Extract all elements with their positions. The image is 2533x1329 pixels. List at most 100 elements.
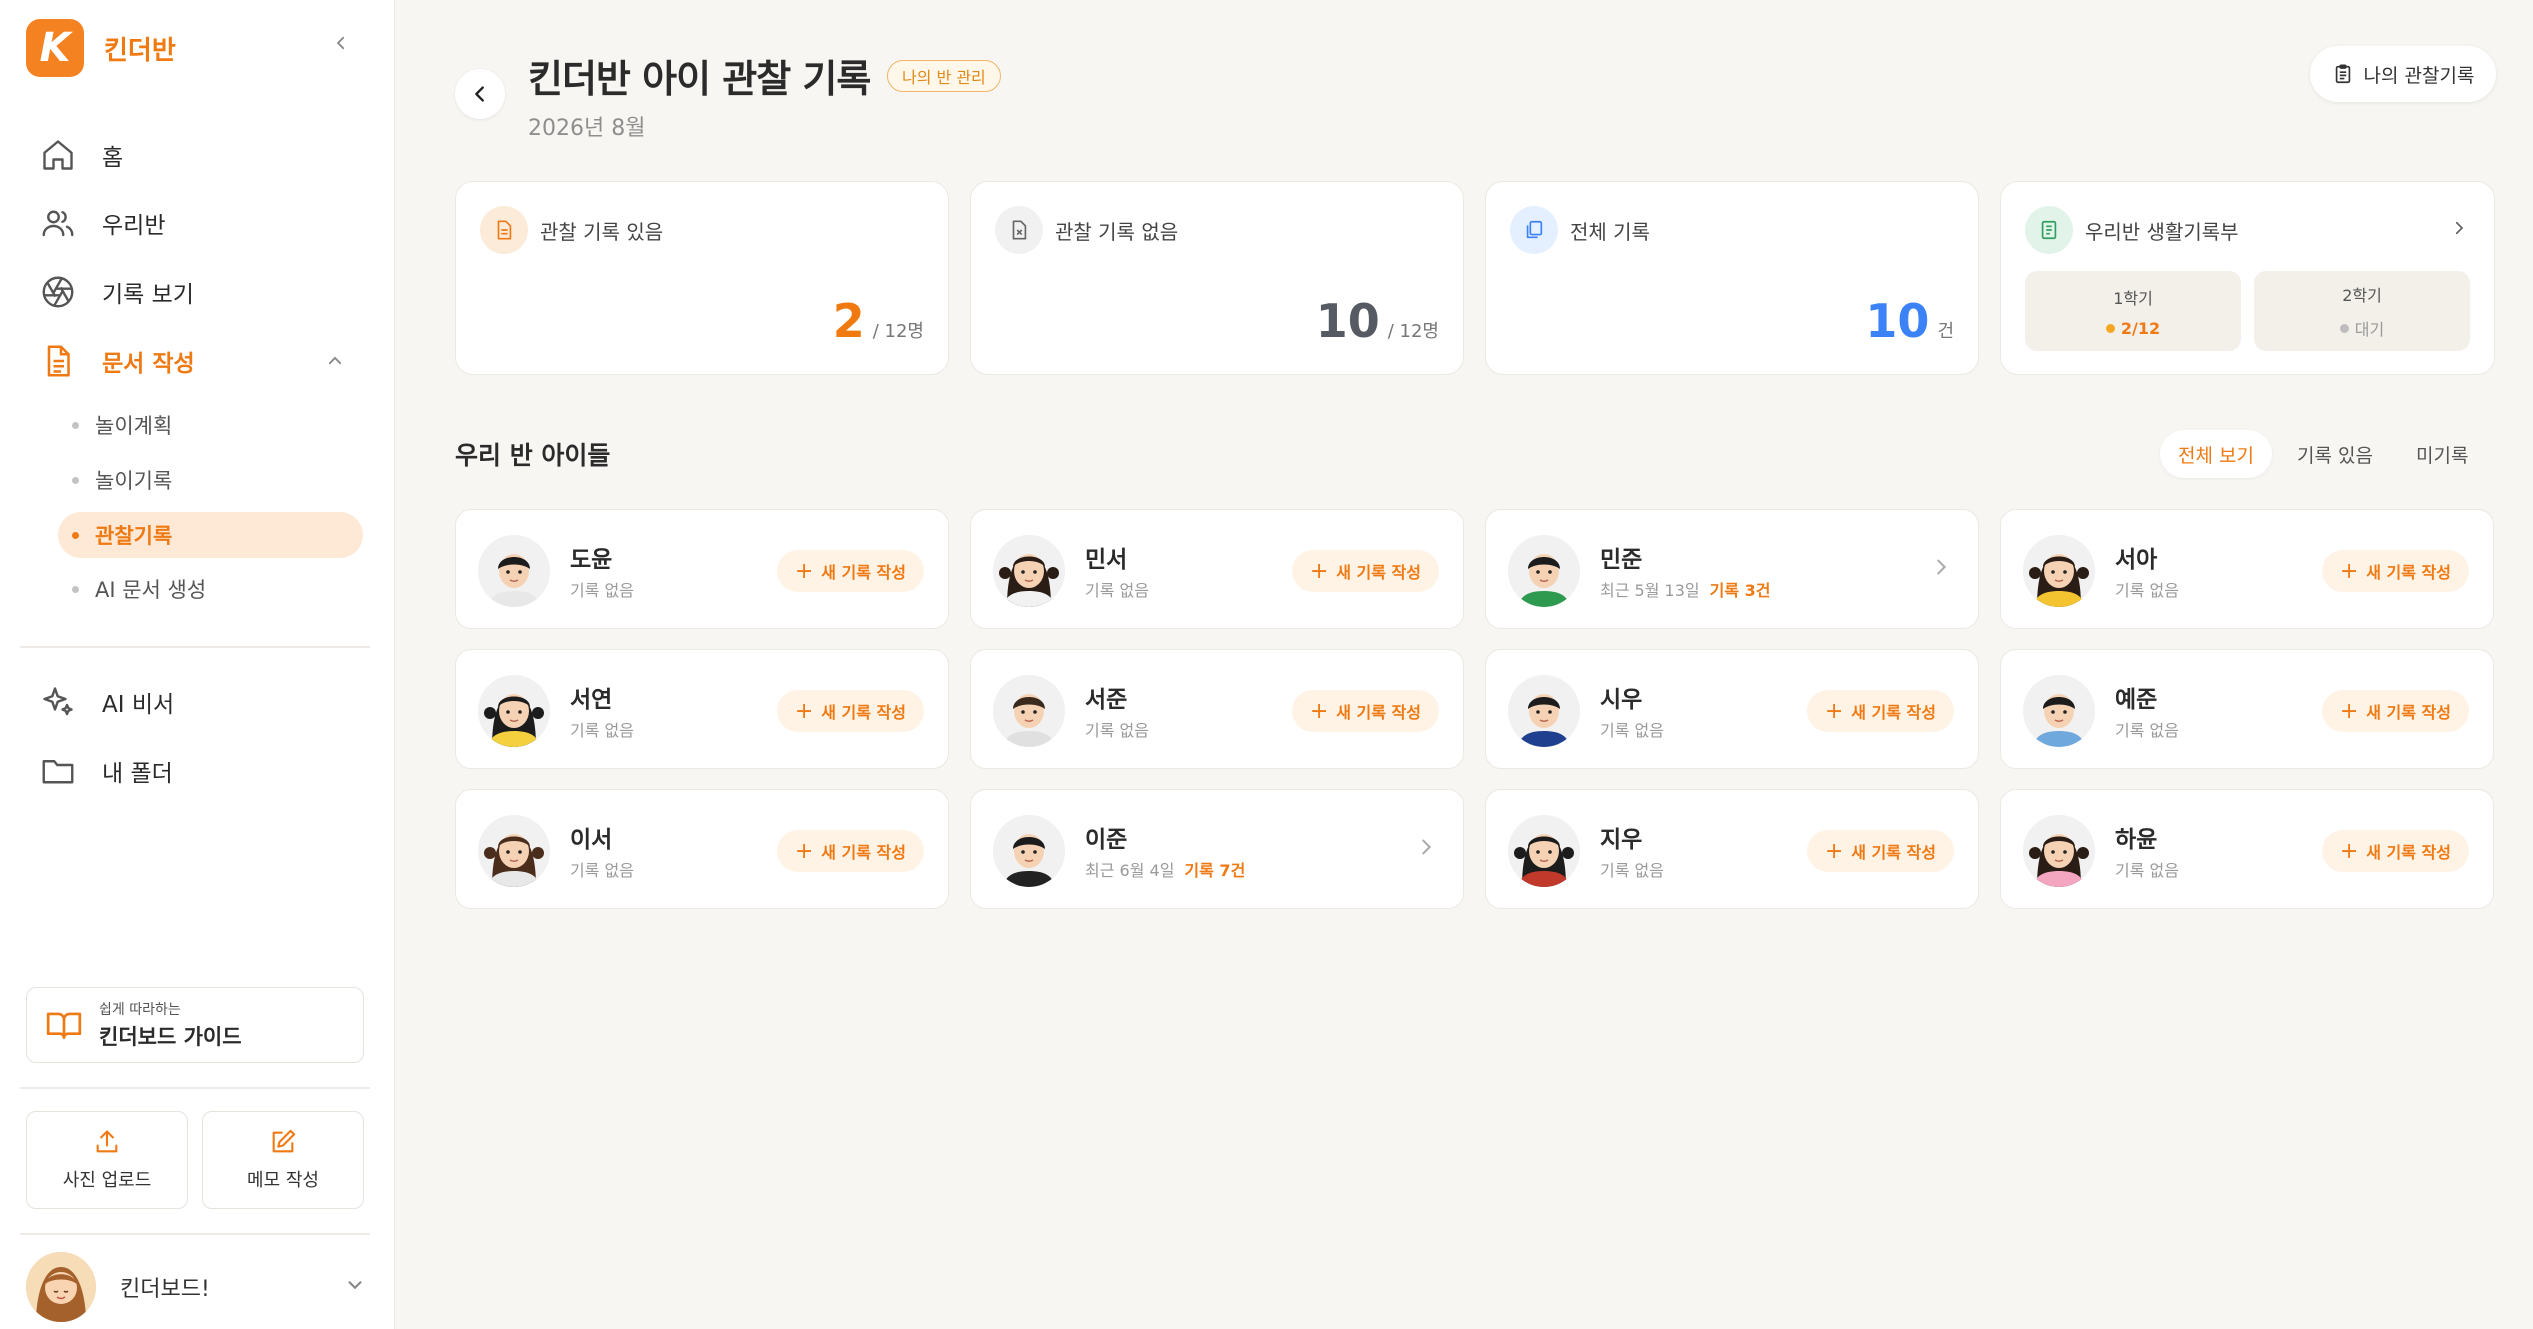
child-name: 서준 [1085, 687, 1128, 713]
record-book-label: 우리반 생활기록부 [2085, 219, 2239, 244]
child-name: 서연 [570, 687, 613, 713]
plus-icon: + [794, 838, 814, 864]
plus-icon: + [1824, 838, 1844, 864]
child-card[interactable]: 서준 기록 없음 + 새 기록 작성 [970, 649, 1464, 769]
nav-item-home[interactable]: 홈 [38, 131, 358, 179]
child-card[interactable]: 예준 기록 없음 + 새 기록 작성 [2000, 649, 2494, 769]
child-card[interactable]: 도윤 기록 없음 + 새 기록 작성 [455, 509, 949, 629]
status-dot [2339, 323, 2349, 333]
nav-item-my-folder[interactable]: 내 폴더 [38, 747, 358, 795]
chevron-right-icon [1937, 559, 1947, 575]
filter-with-records[interactable]: 기록 있음 [2279, 430, 2391, 478]
new-record-button[interactable]: + 새 기록 작성 [2321, 830, 2469, 872]
child-card[interactable]: 민준 최근 5월 13일 기록 3건 [1485, 509, 1979, 629]
write-memo-button[interactable]: 메모 작성 [202, 1111, 364, 1209]
child-card[interactable]: 하윤기록 없음 + 새 기록 작성 [2000, 789, 2494, 909]
filter-all[interactable]: 전체 보기 [2160, 430, 2272, 478]
status-dot [2105, 323, 2115, 333]
child-name: 이준 [1085, 827, 1128, 853]
nav-label: 문서 작성 [102, 351, 195, 377]
child-status: 최근 6월 4일 기록 7건 [1085, 857, 1245, 881]
sidebar: K 킨더반 홈 우리반 기록 보기 문서 작성 놀이계획 놀이기록 관찰기록 A… [0, 0, 395, 1329]
write-memo-label: 메모 작성 [247, 1170, 319, 1191]
my-observations-button[interactable]: 나의 관찰기록 [2310, 46, 2496, 102]
child-name: 이서 [570, 827, 613, 853]
new-record-label: 새 기록 작성 [2366, 703, 2451, 722]
plus-icon: + [2339, 558, 2359, 584]
nav-item-documents[interactable]: 문서 작성 [38, 337, 358, 385]
new-record-button[interactable]: + 새 기록 작성 [1806, 690, 1954, 732]
nav-item-ai-assistant[interactable]: AI 비서 [38, 678, 358, 726]
child-card[interactable]: 서아 기록 없음 + 새 기록 작성 [2000, 509, 2494, 629]
chevron-left-icon [475, 86, 484, 102]
brand[interactable]: K 킨더반 [26, 19, 176, 77]
filter-no-records[interactable]: 미기록 [2398, 430, 2486, 478]
guide-subtitle: 쉽게 따라하는 [99, 1002, 181, 1018]
child-status-text: 기록 없음 [2115, 861, 2179, 880]
child-status: 기록 없음 [1600, 717, 1664, 741]
divider [20, 1087, 370, 1089]
child-name: 하윤 [2115, 827, 2158, 853]
divider [20, 646, 370, 648]
user-menu[interactable]: 킨더보드! [26, 1252, 366, 1322]
new-record-label: 새 기록 작성 [2366, 563, 2451, 582]
section-title: 우리 반 아이들 [455, 441, 611, 470]
avatar [26, 1252, 96, 1322]
avatar [1508, 675, 1580, 747]
new-record-label: 새 기록 작성 [1336, 563, 1421, 582]
child-card[interactable]: 민서 기록 없음 + 새 기록 작성 [970, 509, 1464, 629]
child-status: 최근 5월 13일 기록 3건 [1600, 577, 1770, 601]
new-record-label: 새 기록 작성 [1851, 703, 1936, 722]
plus-icon: + [2339, 698, 2359, 724]
new-record-button[interactable]: + 새 기록 작성 [776, 690, 924, 732]
upload-photo-button[interactable]: 사진 업로드 [26, 1111, 188, 1209]
child-card[interactable]: 이서기록 없음 + 새 기록 작성 [455, 789, 949, 909]
child-status: 기록 없음 [1085, 577, 1149, 601]
new-record-button[interactable]: + 새 기록 작성 [2321, 550, 2469, 592]
new-record-button[interactable]: + 새 기록 작성 [1291, 550, 1439, 592]
sub-item-ai-docs[interactable]: AI 문서 생성 [58, 566, 363, 612]
new-record-button[interactable]: + 새 기록 작성 [776, 830, 924, 872]
nav-item-myclass[interactable]: 우리반 [38, 199, 358, 247]
new-record-button[interactable]: + 새 기록 작성 [776, 550, 924, 592]
child-card[interactable]: 서연기록 없음 + 새 기록 작성 [455, 649, 949, 769]
new-record-button[interactable]: + 새 기록 작성 [1806, 830, 1954, 872]
brand-logo-icon: K [26, 19, 84, 77]
stat-card-with-records: 관찰 기록 있음 2 / 12명 [455, 181, 949, 375]
chevron-right-icon [1422, 839, 1432, 855]
document-icon [38, 341, 78, 381]
new-record-label: 새 기록 작성 [821, 563, 906, 582]
sub-item-label: 놀이계획 [95, 414, 173, 438]
semester-2-box[interactable]: 2학기 대기 [2254, 271, 2470, 351]
document-icon [480, 206, 528, 254]
stat-label: 관찰 기록 있음 [540, 219, 664, 244]
sub-item-label: 놀이기록 [95, 469, 173, 493]
sparkle-icon [38, 682, 78, 722]
new-record-button[interactable]: + 새 기록 작성 [2321, 690, 2469, 732]
avatar [993, 675, 1065, 747]
child-status: 기록 없음 [570, 857, 634, 881]
nav-label: AI 비서 [102, 692, 175, 718]
sub-item-observation[interactable]: 관찰기록 [58, 512, 363, 558]
child-status: 기록 없음 [570, 717, 634, 741]
upload-icon [96, 1130, 118, 1153]
my-observations-label: 나의 관찰기록 [2363, 64, 2475, 87]
stat-unit: / 12명 [1387, 321, 1439, 342]
sub-item-play-plan[interactable]: 놀이계획 [58, 402, 363, 448]
record-book-card[interactable]: 우리반 생활기록부 1학기 2/12 2학기 대기 [2000, 181, 2495, 375]
back-button[interactable] [455, 69, 505, 119]
child-card[interactable]: 시우 기록 없음 + 새 기록 작성 [1485, 649, 1979, 769]
child-card[interactable]: 이준최근 6월 4일 기록 7건 [970, 789, 1464, 909]
sub-item-play-record[interactable]: 놀이기록 [58, 457, 363, 503]
child-card[interactable]: 지우 기록 없음 + 새 기록 작성 [1485, 789, 1979, 909]
semester-name: 1학기 [2113, 288, 2153, 308]
guide-card[interactable]: 쉽게 따라하는 킨더보드 가이드 [26, 987, 364, 1063]
semester-1-box[interactable]: 1학기 2/12 [2025, 271, 2241, 351]
collapse-sidebar-button[interactable] [326, 28, 356, 58]
sub-item-label: 관찰기록 [95, 524, 173, 548]
nav-item-records[interactable]: 기록 보기 [38, 268, 358, 316]
class-manage-badge[interactable]: 나의 반 관리 [887, 60, 1001, 92]
upload-photo-label: 사진 업로드 [62, 1170, 152, 1191]
clipboard-icon [2335, 64, 2350, 84]
new-record-button[interactable]: + 새 기록 작성 [1291, 690, 1439, 732]
